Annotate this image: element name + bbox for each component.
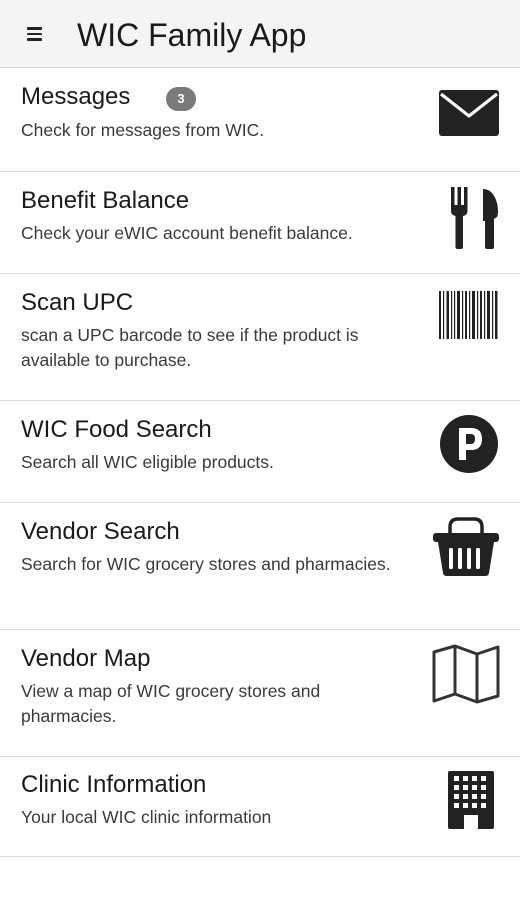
item-title: Scan UPC [21, 289, 134, 316]
item-description: Search all WIC eligible products. [21, 452, 274, 472]
product-p-icon [439, 414, 499, 474]
item-description: View a map of WIC grocery stores and pha… [21, 681, 321, 726]
item-description: Check your eWIC account benefit balance. [21, 223, 353, 243]
list-item-wic-food-search[interactable]: WIC Food Search Search all WIC eligible … [0, 401, 520, 503]
item-description: Check for messages from WIC. [21, 120, 265, 140]
hamburger-menu-icon[interactable] [24, 24, 44, 44]
list-item-scan-upc[interactable]: Scan UPC scan a UPC barcode to see if th… [0, 274, 520, 401]
fork-knife-icon [449, 187, 501, 249]
item-title: Benefit Balance [21, 187, 190, 214]
item-title: Clinic Information [21, 771, 207, 798]
app-header: WIC Family App [0, 0, 520, 68]
folded-map-icon [432, 644, 500, 704]
message-count-badge: 3 [166, 87, 196, 111]
list-item-benefit-balance[interactable]: Benefit Balance Check your eWIC account … [0, 172, 520, 274]
item-description: scan a UPC barcode to see if the product… [21, 325, 359, 370]
item-description: Your local WIC clinic information [21, 807, 272, 827]
envelope-icon [439, 90, 499, 136]
item-title: Messages [21, 83, 131, 110]
list-item-messages[interactable]: Messages 3 Check for messages from WIC. [0, 68, 520, 172]
list-item-clinic-information[interactable]: Clinic Information Your local WIC clinic… [0, 757, 520, 857]
building-icon [448, 771, 494, 829]
item-title: WIC Food Search [21, 416, 212, 443]
list-item-vendor-map[interactable]: Vendor Map View a map of WIC grocery sto… [0, 630, 520, 757]
item-title: Vendor Search [21, 518, 180, 545]
app-title: WIC Family App [77, 17, 307, 53]
barcode-icon [439, 291, 499, 339]
item-description: Search for WIC grocery stores and pharma… [21, 554, 391, 574]
item-title: Vendor Map [21, 645, 151, 672]
list-item-vendor-search[interactable]: Vendor Search Search for WIC grocery sto… [0, 503, 520, 630]
shopping-basket-icon [432, 515, 500, 577]
